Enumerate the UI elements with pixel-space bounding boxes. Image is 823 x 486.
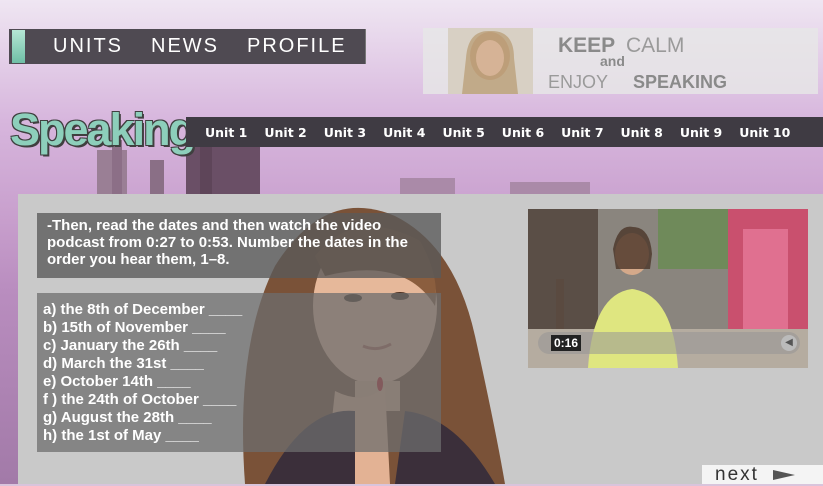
keep-calm-banner: KEEP CALM and ENJOY SPEAKING: [423, 28, 818, 94]
next-button[interactable]: next: [702, 463, 823, 485]
arrow-right-icon: [772, 469, 795, 480]
tab-unit-4[interactable]: Unit 4: [383, 125, 425, 140]
list-item: d) March the 31st ____: [43, 355, 204, 372]
tab-unit-10[interactable]: Unit 10: [739, 125, 790, 140]
list-item: h) the 1st of May ____: [43, 427, 199, 444]
list-item: g) August the 28th ____: [43, 409, 212, 426]
nav-units[interactable]: UNITS: [53, 35, 123, 58]
video-timestamp: 0:16: [551, 335, 582, 351]
list-item: f ) the 24th of October ____: [43, 391, 237, 408]
dates-list: a) the 8th of December ____ b) 15th of N…: [37, 293, 441, 452]
list-item: c) January the 26th ____: [43, 337, 218, 354]
list-item: b) 15th of November ____: [43, 319, 226, 336]
instruction-text: -Then, read the dates and then watch the…: [37, 213, 441, 278]
video-controls[interactable]: 0:16 ◀: [538, 332, 800, 354]
speaking-logo: Speaking: [10, 104, 196, 155]
next-label: next: [715, 463, 759, 485]
nav-accent-bar: [12, 30, 25, 63]
banner-woman-image: [448, 28, 533, 94]
banner-enjoy: ENJOY: [548, 72, 609, 92]
list-item: e) October 14th ____: [43, 373, 191, 390]
tab-unit-3[interactable]: Unit 3: [324, 125, 366, 140]
tab-unit-8[interactable]: Unit 8: [621, 125, 663, 140]
tab-unit-1[interactable]: Unit 1: [205, 125, 247, 140]
tab-unit-2[interactable]: Unit 2: [264, 125, 306, 140]
tab-unit-9[interactable]: Unit 9: [680, 125, 722, 140]
nav-profile[interactable]: PROFILE: [247, 35, 347, 58]
video-player[interactable]: 0:16 ◀: [528, 209, 808, 368]
volume-icon[interactable]: ◀: [781, 335, 797, 351]
tab-unit-5[interactable]: Unit 5: [442, 125, 484, 140]
top-nav: UNITS NEWS PROFILE: [9, 29, 366, 64]
unit-tab-bar: Unit 1 Unit 2 Unit 3 Unit 4 Unit 5 Unit …: [186, 117, 823, 147]
banner-calm: CALM: [626, 34, 685, 57]
tab-unit-6[interactable]: Unit 6: [502, 125, 544, 140]
banner-and: and: [600, 53, 625, 69]
tab-unit-7[interactable]: Unit 7: [561, 125, 603, 140]
nav-news[interactable]: NEWS: [151, 35, 219, 58]
list-item: a) the 8th of December ____: [43, 301, 243, 318]
banner-speaking: SPEAKING: [633, 72, 728, 92]
